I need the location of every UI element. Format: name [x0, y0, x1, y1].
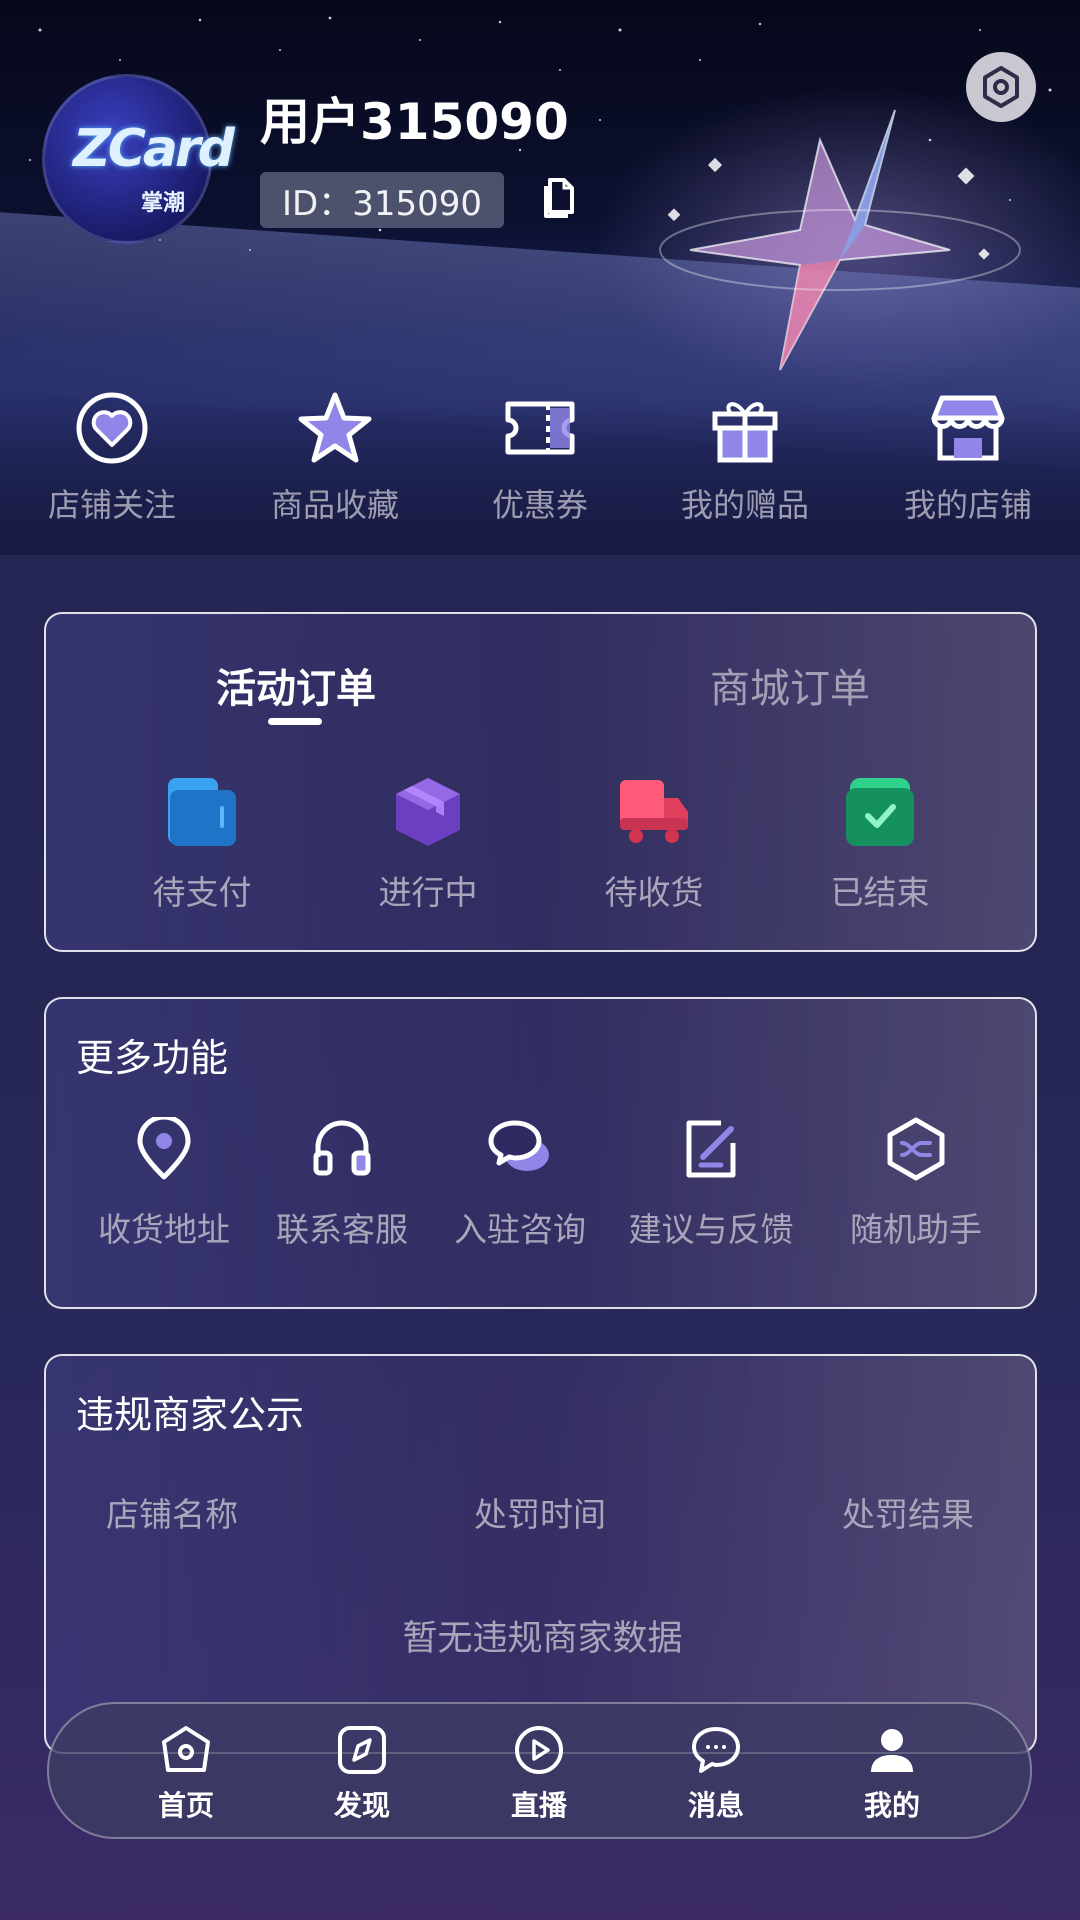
violations-card: 违规商家公示 店铺名称 处罚时间 处罚结果 暂无违规商家数据	[44, 1354, 1037, 1754]
order-status-awaiting-delivery[interactable]: 待收货	[554, 776, 754, 914]
more-functions-card: 更多功能 收货地址 联系客服 入驻咨询 建议与反馈 随机助手	[44, 997, 1037, 1309]
function-label: 随机助手	[850, 1210, 982, 1249]
ticket-icon	[505, 401, 575, 455]
order-status-in-progress[interactable]: 进行中	[328, 776, 528, 914]
chat-bubbles-icon	[488, 1120, 549, 1171]
order-status-label: 待支付	[152, 873, 252, 912]
order-status-completed[interactable]: 已结束	[780, 776, 980, 914]
nav-label: 消息	[687, 1789, 744, 1822]
home-icon	[162, 1726, 210, 1772]
bottom-navigation: 首页 发现 直播 消息 我的	[47, 1702, 1032, 1839]
wallet-icon	[168, 778, 236, 846]
check-bag-icon	[846, 778, 914, 846]
function-label: 收货地址	[98, 1210, 230, 1249]
quick-link-label: 我的店铺	[903, 486, 1032, 524]
truck-icon	[620, 780, 688, 843]
nav-messages[interactable]: 消息	[656, 1724, 776, 1824]
location-icon	[137, 1117, 191, 1180]
box-icon	[396, 778, 460, 846]
function-label: 入驻咨询	[454, 1210, 586, 1249]
play-icon	[515, 1726, 563, 1774]
order-status-label: 已结束	[830, 873, 930, 912]
username: 用户315090	[260, 93, 569, 151]
function-settle-in-consultation[interactable]: 入驻咨询	[430, 1117, 610, 1251]
function-label: 联系客服	[276, 1210, 408, 1249]
nav-label: 我的	[863, 1789, 920, 1822]
quick-link-favorites[interactable]: 商品收藏	[235, 390, 435, 526]
quick-link-store-follow[interactable]: 店铺关注	[12, 390, 212, 526]
nav-discover[interactable]: 发现	[302, 1724, 422, 1824]
heart-circle-icon	[76, 392, 148, 464]
settings-button[interactable]	[966, 52, 1036, 122]
copy-icon[interactable]	[536, 176, 576, 222]
more-functions-title: 更多功能	[76, 1036, 229, 1080]
column-header-penalty-time: 处罚时间	[474, 1495, 606, 1534]
empty-state-text: 暂无违规商家数据	[402, 1619, 683, 1659]
column-header-store-name: 店铺名称	[106, 1495, 238, 1534]
function-shipping-address[interactable]: 收货地址	[74, 1117, 254, 1251]
order-status-label: 待收货	[604, 873, 704, 912]
function-customer-service[interactable]: 联系客服	[252, 1117, 432, 1251]
avatar[interactable]: ZCard 掌潮	[42, 74, 235, 244]
message-icon	[692, 1727, 740, 1773]
nav-home[interactable]: 首页	[126, 1724, 246, 1824]
order-status-pending-payment[interactable]: 待支付	[102, 776, 302, 914]
quick-links: 店铺关注 商品收藏 优惠券 我的赠品 我的店铺	[0, 390, 1080, 530]
compass-icon	[338, 1726, 386, 1774]
quick-link-label: 商品收藏	[270, 486, 399, 524]
orders-card: 活动订单 商城订单 待支付 进行中 待收货 已结束	[44, 612, 1037, 952]
quick-link-gifts[interactable]: 我的赠品	[645, 390, 845, 526]
crystal-star-decoration	[659, 109, 1021, 371]
gift-icon	[712, 402, 778, 463]
quick-link-label: 我的赠品	[680, 486, 809, 524]
nav-label: 发现	[333, 1789, 390, 1822]
avatar-logo-text: ZCard	[73, 119, 235, 179]
tab-activity-orders[interactable]: 活动订单	[216, 656, 376, 714]
violations-title: 违规商家公示	[76, 1393, 305, 1437]
edit-icon	[686, 1120, 736, 1178]
user-icon	[871, 1729, 913, 1772]
store-icon	[931, 395, 1005, 461]
shuffle-hex-icon	[887, 1117, 945, 1181]
function-random-assistant[interactable]: 随机助手	[826, 1117, 1006, 1251]
nav-me[interactable]: 我的	[832, 1724, 952, 1824]
nav-label: 首页	[157, 1789, 214, 1822]
tab-mall-orders[interactable]: 商城订单	[710, 656, 870, 714]
profile-header: ZCard 掌潮 用户315090 ID：315090 店铺关注 商品收藏 优惠…	[0, 0, 1080, 555]
function-feedback[interactable]: 建议与反馈	[621, 1117, 801, 1251]
star-icon	[298, 392, 372, 463]
nav-live[interactable]: 直播	[479, 1724, 599, 1824]
quick-link-coupons[interactable]: 优惠券	[440, 390, 640, 526]
quick-link-label: 店铺关注	[47, 486, 176, 524]
function-label: 建议与反馈	[628, 1210, 794, 1249]
headset-icon	[313, 1120, 371, 1176]
user-id-badge: ID：315090	[260, 172, 504, 228]
column-header-penalty-result: 处罚结果	[842, 1495, 974, 1534]
quick-link-my-store[interactable]: 我的店铺	[868, 390, 1068, 526]
quick-link-label: 优惠券	[491, 486, 588, 524]
active-tab-indicator	[268, 718, 322, 725]
nav-label: 直播	[510, 1789, 567, 1822]
settings-hex-icon	[983, 66, 1019, 108]
order-status-label: 进行中	[378, 873, 478, 912]
avatar-logo-cn: 掌潮	[141, 191, 186, 216]
